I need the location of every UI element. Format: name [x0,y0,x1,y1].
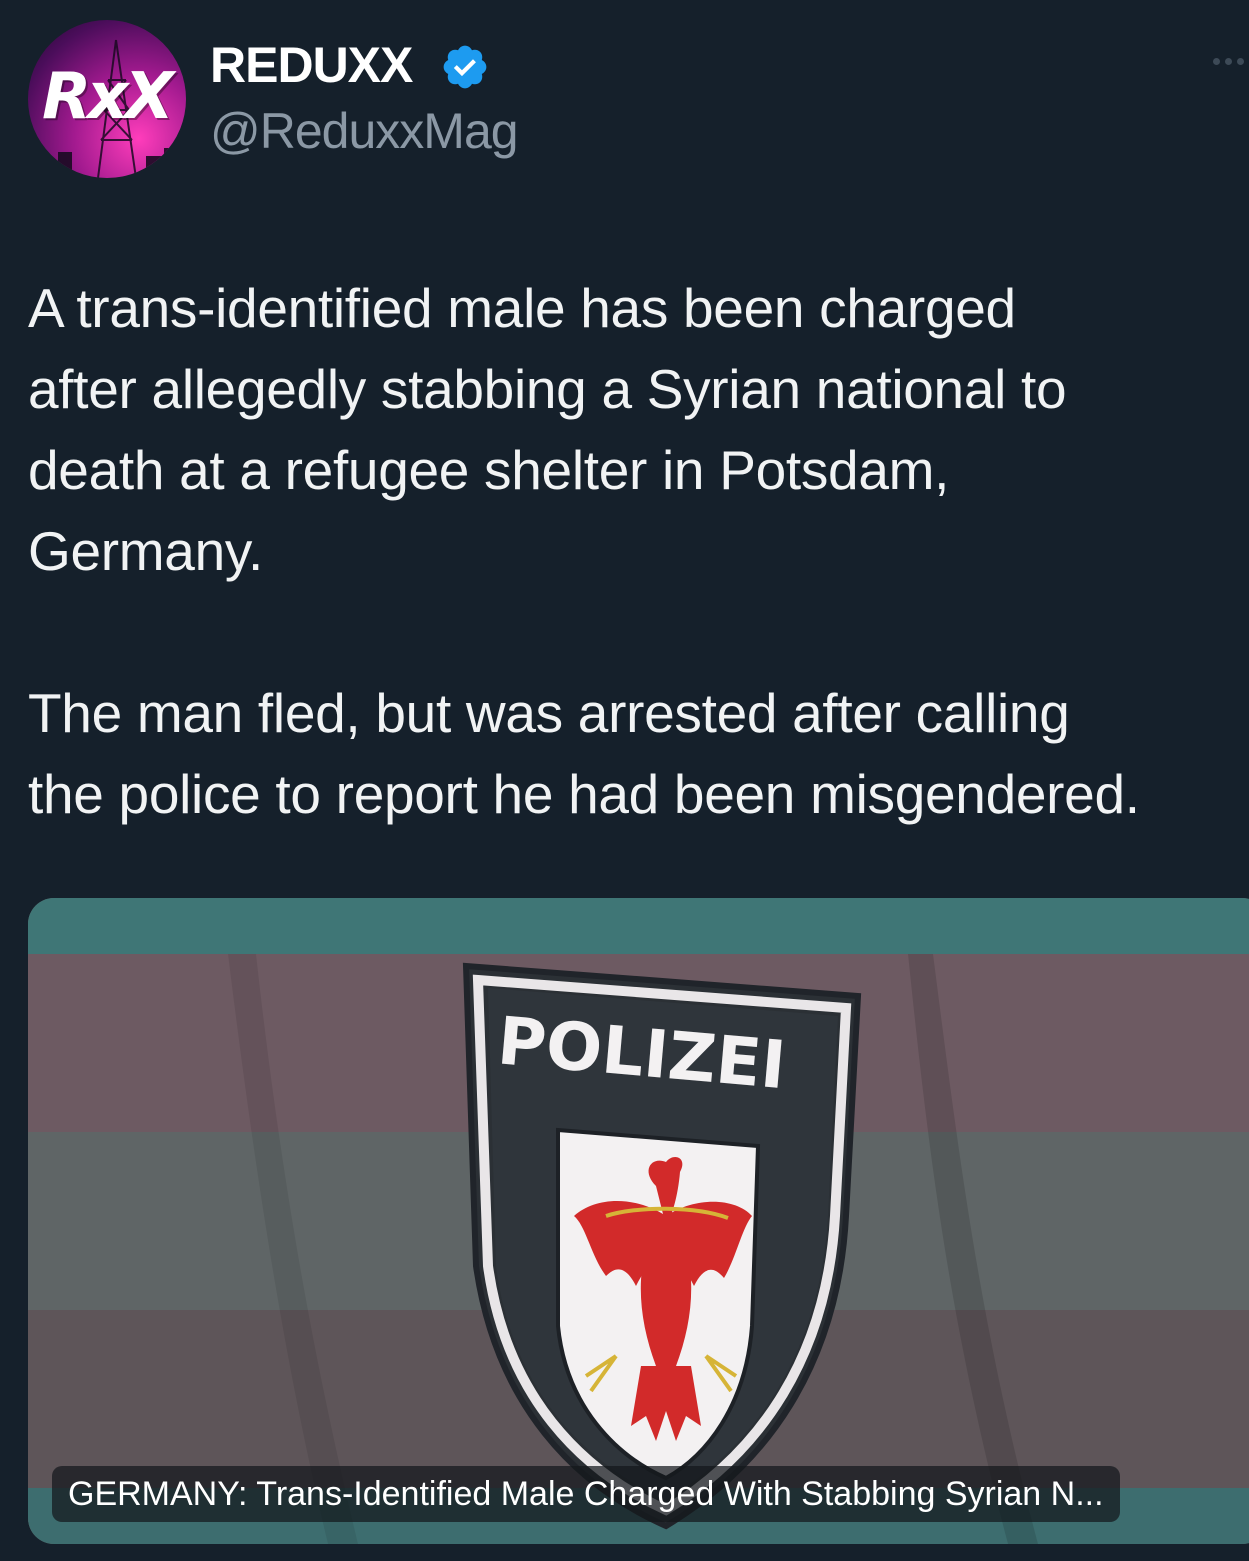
tweet-line: The man fled, but was arrested after cal… [28,682,1070,744]
more-options-icon[interactable] [1213,52,1249,72]
tweet-view: RxX REDUXX @ReduxxMag A trans-identified… [0,0,1249,1561]
display-name[interactable]: REDUXX [210,36,413,94]
tweet-line: Germany. [28,520,263,582]
tweet-line: A trans-identified male has been charged [28,277,1016,339]
link-card-image[interactable]: POLIZEI GERMANY: Trans-Identified Male C… [28,898,1249,1544]
tweet-line: the police to report he had been misgend… [28,763,1140,825]
tweet-line: death at a refugee shelter in Potsdam, [28,439,950,501]
user-handle[interactable]: @ReduxxMag [210,102,519,160]
link-card-caption[interactable]: GERMANY: Trans-Identified Male Charged W… [52,1466,1120,1522]
avatar-logo-text: RxX [42,60,174,134]
verified-badge-icon [443,45,487,89]
police-patch-photo: POLIZEI [28,898,1249,1544]
tweet-line: after allegedly stabbing a Syrian nation… [28,358,1067,420]
avatar[interactable]: RxX [28,20,186,178]
tweet-text: A trans-identified male has been charged… [28,268,1249,835]
